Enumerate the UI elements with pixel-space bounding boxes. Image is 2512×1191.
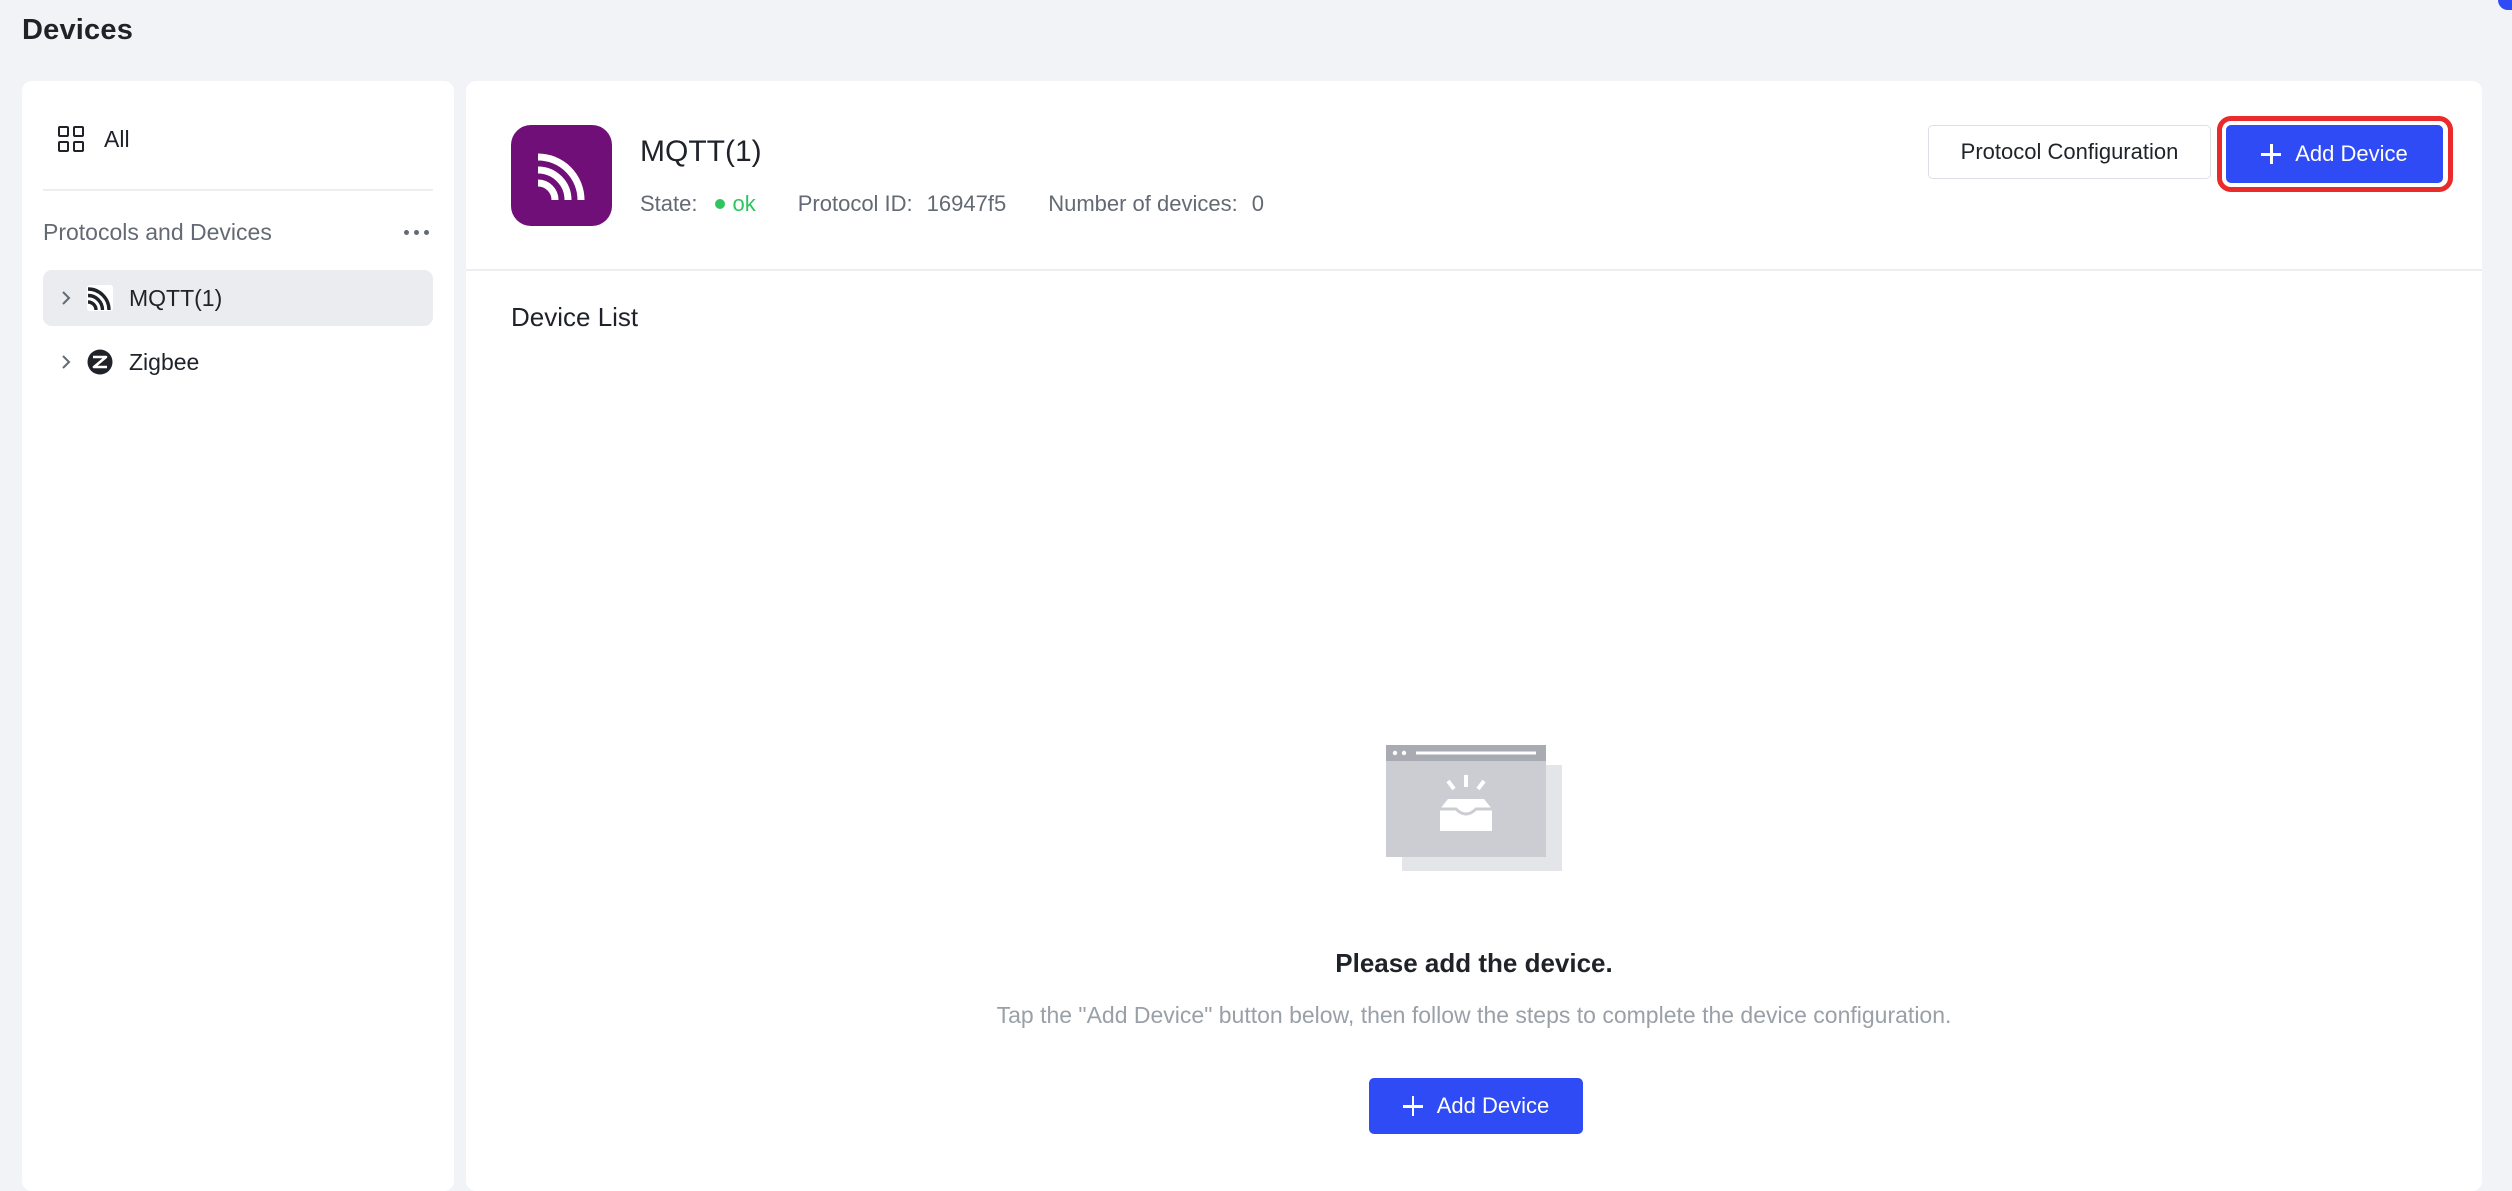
- protocol-configuration-button[interactable]: Protocol Configuration: [1928, 125, 2211, 179]
- protocol-id-label: Protocol ID:: [797, 191, 913, 216]
- sidebar: All Protocols and Devices MQTT(1) Zigbee: [22, 81, 454, 1191]
- protocol-title: MQTT(1): [640, 135, 762, 168]
- add-device-button-label: Add Device: [1436, 1093, 1550, 1118]
- mqtt-icon: [537, 153, 584, 200]
- empty-state-description: Tap the "Add Device" button below, then …: [996, 1002, 1952, 1028]
- more-options-icon[interactable]: [400, 222, 433, 243]
- sidebar-item-label: All: [104, 125, 130, 152]
- protocols-section-header: Protocols and Devices: [43, 212, 433, 252]
- sidebar-item-all[interactable]: All: [58, 119, 130, 159]
- device-list-title: Device List: [511, 302, 639, 332]
- grid-icon: [58, 126, 84, 152]
- device-count-label: Number of devices:: [1048, 191, 1238, 216]
- sidebar-item-label: MQTT(1): [129, 284, 223, 311]
- protocol-meta: State: ok Protocol ID: 16947f5 Number of…: [640, 191, 1306, 217]
- empty-state-title: Please add the device.: [1335, 948, 1613, 978]
- add-device-button-empty[interactable]: Add Device: [1369, 1078, 1583, 1134]
- main-panel: MQTT(1) State: ok Protocol ID: 16947f5 N…: [466, 81, 2482, 1191]
- sidebar-item-zigbee[interactable]: Zigbee: [43, 334, 433, 390]
- protocol-id-group: Protocol ID: 16947f5: [798, 191, 1006, 217]
- protocol-logo: [511, 125, 612, 226]
- add-device-button-label: Add Device: [2295, 141, 2408, 166]
- sidebar-item-mqtt[interactable]: MQTT(1): [43, 270, 433, 326]
- status-dot-icon: [715, 199, 726, 209]
- plus-icon: [2261, 144, 2282, 164]
- corner-indicator: [2498, 0, 2512, 10]
- chevron-right-icon[interactable]: [57, 353, 75, 371]
- empty-box-icon: [1386, 745, 1562, 871]
- status-badge: ok: [732, 191, 756, 216]
- add-device-button[interactable]: Add Device: [2226, 125, 2443, 183]
- divider: [43, 189, 433, 191]
- zigbee-icon: [87, 349, 113, 375]
- mqtt-icon: [87, 285, 113, 311]
- chevron-right-icon[interactable]: [57, 289, 75, 307]
- divider: [466, 269, 2482, 271]
- protocol-id-value: 16947f5: [926, 191, 1007, 216]
- section-label: Protocols and Devices: [43, 218, 272, 245]
- sidebar-item-label: Zigbee: [129, 348, 200, 375]
- device-count-group: Number of devices: 0: [1048, 191, 1264, 217]
- state-group: State: ok: [640, 191, 756, 217]
- state-label: State:: [640, 191, 698, 216]
- device-count-value: 0: [1251, 191, 1264, 216]
- page-title: Devices: [22, 14, 134, 46]
- plus-icon: [1402, 1096, 1423, 1116]
